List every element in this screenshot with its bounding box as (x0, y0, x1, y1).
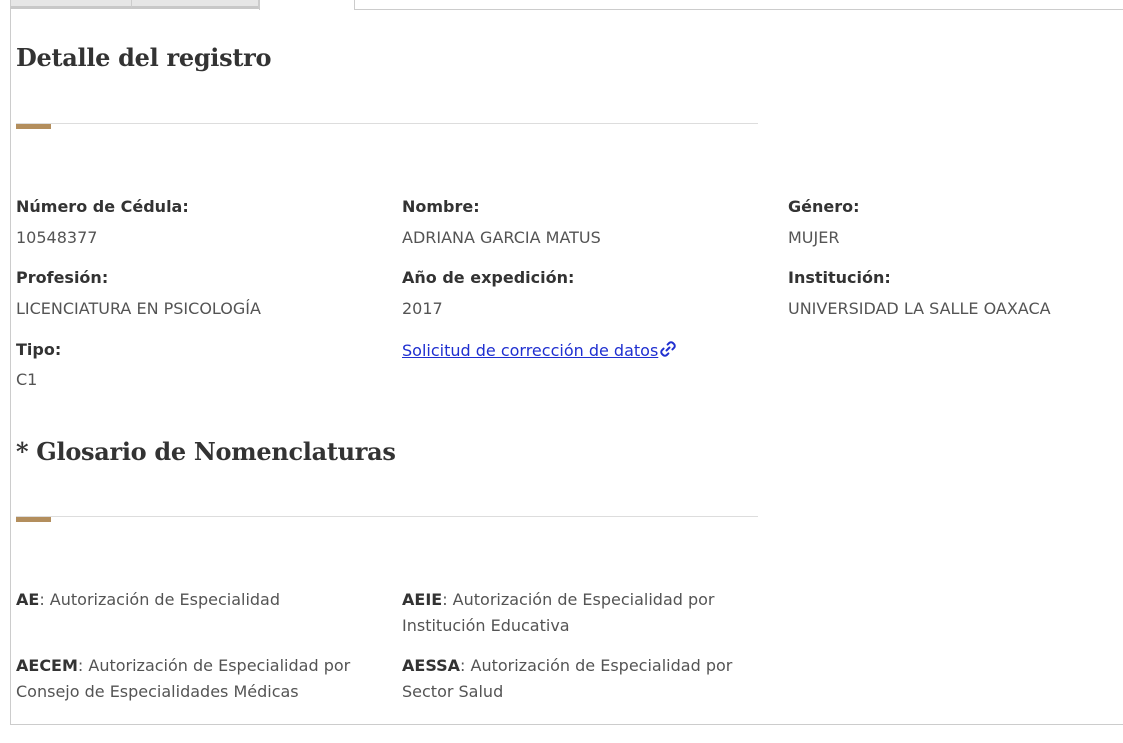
glossary-title: * Glosario de Nomenclaturas (16, 437, 396, 466)
detail-title: Detalle del registro (16, 43, 272, 72)
tipo-label: Tipo: (16, 340, 62, 359)
glossary-abbr: AESSA (402, 656, 461, 675)
anio-label: Año de expedición: (402, 268, 575, 287)
glossary-abbr: AE (16, 590, 40, 609)
profesion-label: Profesión: (16, 268, 109, 287)
glossary-abbr: AECEM (16, 656, 78, 675)
glossary-desc: : Autorización de Especialidad por Insti… (402, 590, 715, 635)
correction-request-label: Solicitud de corrección de datos (402, 341, 659, 360)
nombre-value: ADRIANA GARCIA MATUS (402, 228, 601, 247)
detail-accent-bar (16, 124, 51, 129)
tab-2[interactable] (131, 0, 259, 9)
glossary-abbr: AEIE (402, 590, 443, 609)
cedula-label: Número de Cédula: (16, 197, 189, 216)
glossary-desc: : Autorización de Especialidad (39, 590, 281, 609)
glossary-item-ae: AE: Autorización de Especialidad (16, 587, 356, 613)
nombre-label: Nombre: (402, 197, 480, 216)
external-link-icon (659, 340, 677, 362)
genero-value: MUJER (788, 228, 840, 247)
anio-value: 2017 (402, 299, 443, 318)
glossary-item-aecem: AECEM: Autorización de Especialidad por … (16, 653, 356, 705)
glossary-divider (16, 516, 758, 517)
genero-label: Género: (788, 197, 860, 216)
glossary-item-aessa: AESSA: Autorización de Especialidad por … (402, 653, 742, 705)
tab-1[interactable] (10, 0, 132, 9)
correction-request-link[interactable]: Solicitud de corrección de datos (402, 340, 677, 362)
profesion-value: LICENCIATURA EN PSICOLOGÍA (16, 299, 261, 318)
glossary-item-aeie: AEIE: Autorización de Especialidad por I… (402, 587, 742, 639)
glossary-accent-bar (16, 517, 51, 522)
institucion-label: Institución: (788, 268, 891, 287)
detail-divider (16, 123, 758, 124)
institucion-value: UNIVERSIDAD LA SALLE OAXACA (788, 299, 1051, 318)
cedula-value: 10548377 (16, 228, 98, 247)
tipo-value: C1 (16, 370, 38, 389)
